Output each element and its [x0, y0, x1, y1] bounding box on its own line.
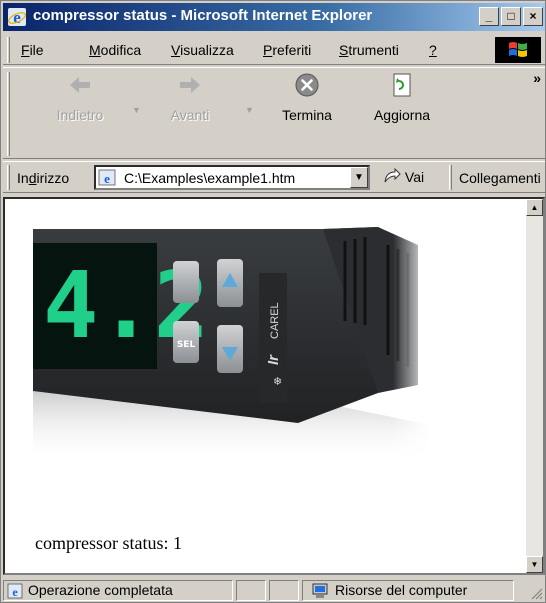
- svg-text:e: e: [13, 8, 21, 27]
- title-bar[interactable]: e compressor status - Microsoft Internet…: [3, 3, 545, 31]
- menu-modifica[interactable]: Modifica: [89, 42, 141, 58]
- compressor-status-text: compressor status: 1: [35, 533, 182, 553]
- prg-key-icon: [173, 261, 199, 303]
- computer-icon: [312, 583, 328, 598]
- model-mark: Ir: [265, 354, 282, 365]
- address-input[interactable]: e C:\Examples\example1.htm ▼: [94, 165, 370, 190]
- address-label: Indirizzo: [17, 170, 70, 186]
- back-label: Indietro: [56, 107, 104, 123]
- forward-arrow-icon: [180, 77, 200, 93]
- address-dropdown-button[interactable]: ▼: [350, 167, 368, 188]
- window-title: compressor status - Microsoft Internet E…: [33, 7, 373, 24]
- status-panel-empty-2: [269, 580, 299, 601]
- menu-strumenti[interactable]: Strumenti: [339, 42, 399, 58]
- scroll-down-button[interactable]: ▼: [526, 556, 543, 573]
- forward-button[interactable]: Avanti: [159, 72, 221, 123]
- status-bar: e Operazione completata Risorse del comp…: [3, 579, 545, 602]
- vertical-scrollbar[interactable]: ▲ ▼: [526, 199, 543, 573]
- close-button[interactable]: ×: [523, 7, 543, 26]
- menu-bar: File Modifica Visualizza Preferiti Strum…: [3, 35, 545, 65]
- go-label: Vai: [404, 169, 425, 185]
- toolbar-more-chevron[interactable]: »: [533, 70, 541, 86]
- go-arrow-icon: [384, 167, 401, 183]
- back-dropdown-arrow[interactable]: ▼: [132, 105, 141, 115]
- menu-preferiti[interactable]: Preferiti: [263, 42, 311, 58]
- brand-mark: CAREL: [269, 302, 281, 339]
- address-value: C:\Examples\example1.htm: [124, 170, 296, 186]
- svg-text:SEL: SEL: [177, 340, 196, 350]
- refresh-button[interactable]: Aggiorna: [359, 72, 445, 123]
- thermostat-controller-image: 4.2 SEL Ir CAREL ❄: [33, 215, 431, 465]
- stop-label: Termina: [282, 107, 332, 123]
- page-content: 4.2 SEL Ir CAREL ❄ compressor status: 1 …: [3, 197, 545, 575]
- browser-window: e compressor status - Microsoft Internet…: [0, 0, 546, 603]
- forward-dropdown-arrow[interactable]: ▼: [245, 105, 254, 115]
- addressbar-grip[interactable]: [7, 165, 10, 190]
- go-button[interactable]: Vai: [383, 167, 425, 185]
- menu-help[interactable]: ?: [429, 42, 437, 58]
- stop-icon: [295, 73, 319, 97]
- page-done-icon: e: [7, 583, 23, 599]
- scroll-up-button[interactable]: ▲: [526, 199, 543, 216]
- address-bar: Indirizzo e C:\Examples\example1.htm ▼ V…: [3, 161, 545, 193]
- windows-logo-icon: [495, 37, 541, 63]
- refresh-label: Aggiorna: [373, 107, 431, 123]
- standard-toolbar: Indietro ▼ Avanti ▼ Termina Aggiorna »: [3, 67, 545, 159]
- links-label[interactable]: Collegamenti: [459, 170, 541, 186]
- svg-text:e: e: [12, 585, 18, 599]
- status-panel-empty-1: [236, 580, 266, 601]
- back-button[interactable]: Indietro: [45, 72, 115, 123]
- status-message: Operazione completata: [28, 582, 173, 598]
- internet-explorer-icon: e: [8, 8, 26, 27]
- minimize-button[interactable]: _: [479, 7, 499, 26]
- security-zone-panel: Risorse del computer: [302, 580, 514, 601]
- refresh-icon: [393, 73, 411, 97]
- toolbar-grip[interactable]: [7, 72, 10, 156]
- menubar-grip[interactable]: [7, 37, 10, 63]
- menu-visualizza[interactable]: Visualizza: [171, 42, 234, 58]
- forward-label: Avanti: [170, 107, 210, 123]
- status-message-panel: e Operazione completata: [3, 580, 233, 601]
- menu-file[interactable]: File: [21, 42, 44, 58]
- security-zone-label: Risorse del computer: [335, 582, 468, 598]
- snowflake-icon: ❄: [273, 375, 282, 388]
- windows-flag-icon: [509, 42, 527, 57]
- page-icon: e: [98, 169, 116, 186]
- maximize-button[interactable]: □: [501, 7, 521, 26]
- back-arrow-icon: [70, 77, 90, 93]
- resize-grip-icon[interactable]: [530, 587, 543, 600]
- stop-button[interactable]: Termina: [271, 72, 343, 123]
- svg-text:e: e: [104, 171, 110, 186]
- links-grip[interactable]: [449, 165, 452, 190]
